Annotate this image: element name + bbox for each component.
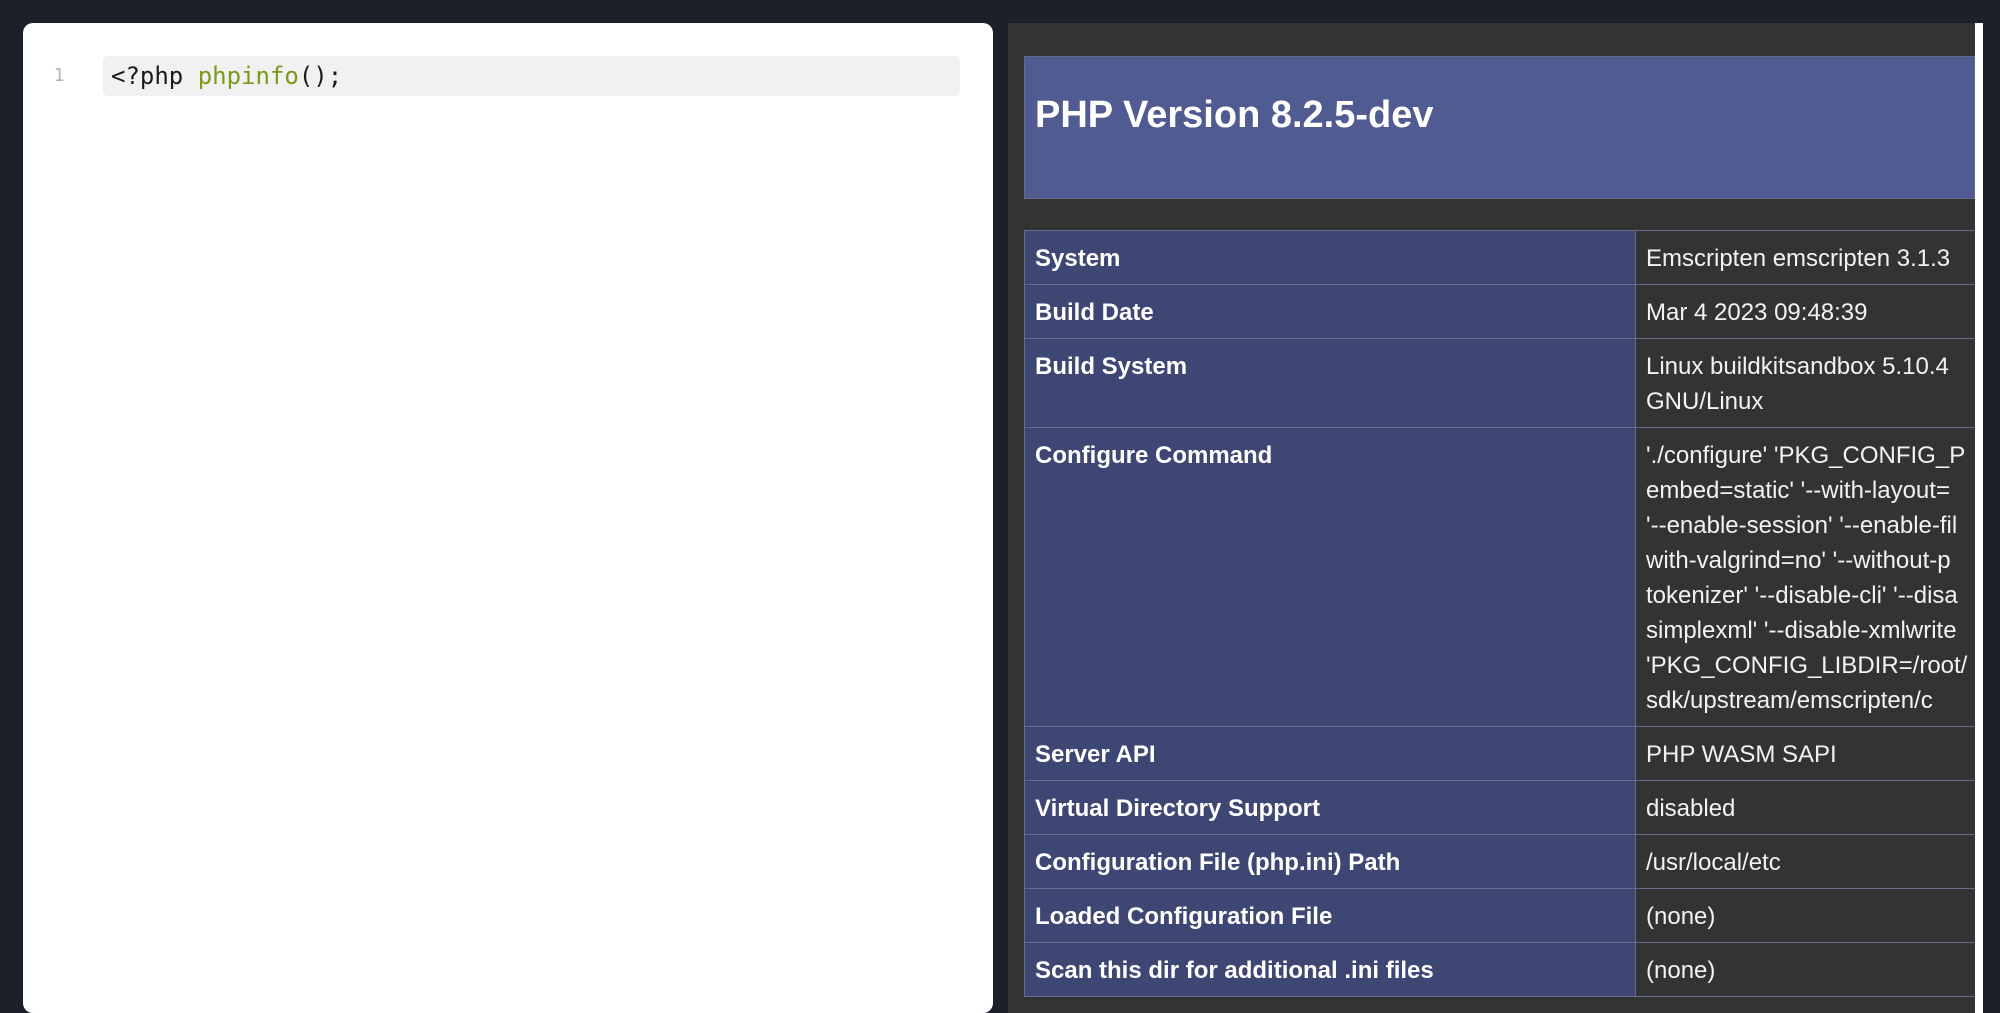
row-value: /usr/local/etc	[1635, 834, 1975, 889]
code-editor[interactable]: 1 <?php phpinfo();	[23, 23, 993, 1013]
row-value-line: sdk/upstream/emscripten/c	[1646, 687, 1933, 714]
row-value-line: 'PKG_CONFIG_LIBDIR=/root/	[1646, 652, 1968, 679]
table-row: Build Date Mar 4 2023 09:48:39	[1024, 284, 1975, 339]
row-value-line: GNU/Linux	[1646, 388, 1764, 415]
call-parens-token: ();	[298, 62, 343, 90]
row-value: disabled	[1635, 780, 1975, 835]
row-key: Build Date	[1024, 284, 1636, 339]
php-open-tag: <?php	[111, 62, 198, 90]
row-key: Configure Command	[1024, 427, 1636, 727]
row-value-text: PHP WASM SAPI	[1646, 741, 1837, 768]
table-row: Scan this dir for additional .ini files (…	[1024, 942, 1975, 997]
row-value-text: Mar 4 2023 09:48:39	[1646, 299, 1868, 326]
table-row: Server API PHP WASM SAPI	[1024, 726, 1975, 781]
row-key: Build System	[1024, 338, 1636, 428]
row-key: Configuration File (php.ini) Path	[1024, 834, 1636, 889]
table-row: System Emscripten emscripten 3.1.3	[1024, 230, 1975, 285]
row-value-text: (none)	[1646, 957, 1716, 984]
php-version-header: PHP Version 8.2.5-dev	[1024, 56, 1975, 199]
row-value-line: with-valgrind=no' '--without-p	[1646, 547, 1951, 574]
row-key: Scan this dir for additional .ini files	[1024, 942, 1636, 997]
row-value-line: Linux buildkitsandbox 5.10.4	[1646, 353, 1949, 380]
row-key: Virtual Directory Support	[1024, 780, 1636, 835]
row-value-line: '--enable-session' '--enable-fil	[1646, 512, 1958, 539]
table-row: Build System Linux buildkitsandbox 5.10.4…	[1024, 338, 1975, 428]
line-number: 1	[53, 65, 65, 86]
row-value: PHP WASM SAPI	[1635, 726, 1975, 781]
row-value-text: disabled	[1646, 795, 1736, 822]
panel-scrollbar[interactable]	[1975, 23, 1983, 1013]
row-value: (none)	[1635, 942, 1975, 997]
function-name-token: phpinfo	[197, 62, 299, 90]
row-value: Mar 4 2023 09:48:39	[1635, 284, 1975, 339]
row-value-line: tokenizer' '--disable-cli' '--disa	[1646, 582, 1958, 609]
row-key: Server API	[1024, 726, 1636, 781]
table-row: Loaded Configuration File (none)	[1024, 888, 1975, 943]
row-value-text: (none)	[1646, 903, 1716, 930]
php-version-title: PHP Version 8.2.5-dev	[1035, 94, 1434, 136]
phpinfo-table: System Emscripten emscripten 3.1.3 Build D…	[1024, 230, 1975, 997]
table-row: Configuration File (php.ini) Path/usr/lo…	[1024, 834, 1975, 889]
row-key: Loaded Configuration File	[1024, 888, 1636, 943]
row-value: Emscripten emscripten 3.1.3	[1635, 230, 1975, 285]
code-line[interactable]: 1 <?php phpinfo();	[23, 56, 993, 96]
table-row: Configure Command './configure' 'PKG_CONF…	[1024, 427, 1975, 727]
row-value-text: Emscripten emscripten 3.1.3	[1646, 245, 1951, 272]
row-value: Linux buildkitsandbox 5.10.4 GNU/Linux	[1635, 338, 1975, 428]
row-value-line: simplexml' '--disable-xmlwrite	[1646, 617, 1957, 644]
phpinfo-output-panel[interactable]: PHP Version 8.2.5-dev System Emscripten e…	[1008, 23, 1975, 1013]
table-row: Virtual Directory Support disabled	[1024, 780, 1975, 835]
row-value-line: './configure' 'PKG_CONFIG_P	[1646, 442, 1966, 469]
row-value-line: embed=static' '--with-layout=	[1646, 477, 1950, 504]
code-text[interactable]: <?php phpinfo();	[103, 56, 960, 96]
row-value-text: /usr/local/etc	[1646, 849, 1781, 876]
row-value: (none)	[1635, 888, 1975, 943]
row-key: System	[1024, 230, 1636, 285]
row-value: './configure' 'PKG_CONFIG_P embed=static'…	[1635, 427, 1975, 727]
